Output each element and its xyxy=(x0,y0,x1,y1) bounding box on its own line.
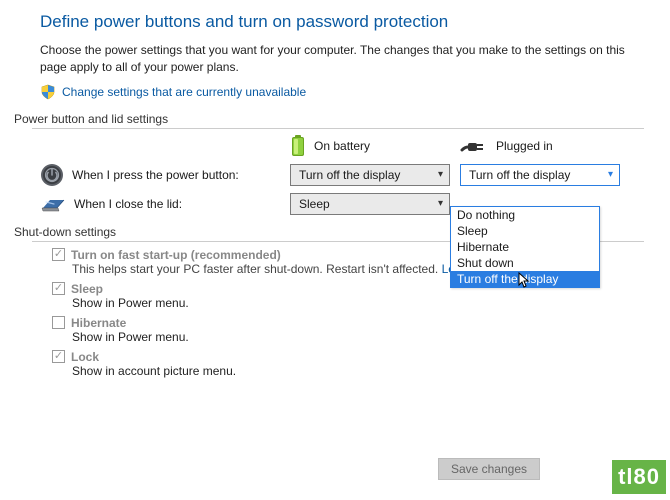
chevron-down-icon: ▾ xyxy=(438,198,443,209)
column-plugged-in-label: Plugged in xyxy=(496,139,553,153)
power-button-plugged-select[interactable]: Turn off the display ▾ xyxy=(460,164,620,186)
lock-checkbox[interactable] xyxy=(52,350,65,363)
select-value: Turn off the display xyxy=(299,168,400,182)
power-button-icon xyxy=(40,163,64,187)
fast-startup-checkbox[interactable] xyxy=(52,248,65,261)
page-description: Choose the power settings that you want … xyxy=(40,42,644,76)
fast-startup-label: Turn on fast start-up (recommended) xyxy=(71,248,281,262)
sleep-label: Sleep xyxy=(71,282,103,296)
power-button-battery-select[interactable]: Turn off the display ▾ xyxy=(290,164,450,186)
power-button-row-label: When I press the power button: xyxy=(72,168,239,182)
column-on-battery-label: On battery xyxy=(314,139,370,153)
sleep-checkbox[interactable] xyxy=(52,282,65,295)
battery-icon xyxy=(290,135,306,157)
hibernate-desc: Show in Power menu. xyxy=(72,330,644,344)
watermark: tl80 xyxy=(612,460,666,494)
dropdown-option[interactable]: Shut down xyxy=(451,255,599,271)
close-lid-battery-select[interactable]: Sleep ▾ xyxy=(290,193,450,215)
dropdown-option[interactable]: Hibernate xyxy=(451,239,599,255)
section-power-button-label: Power button and lid settings xyxy=(14,112,644,126)
hibernate-checkbox[interactable] xyxy=(52,316,65,329)
sleep-desc: Show in Power menu. xyxy=(72,296,644,310)
select-value: Turn off the display xyxy=(469,168,570,182)
fast-startup-desc: This helps start your PC faster after sh… xyxy=(72,262,442,276)
power-action-dropdown[interactable]: Do nothing Sleep Hibernate Shut down Tur… xyxy=(450,206,600,288)
dropdown-option[interactable]: Sleep xyxy=(451,223,599,239)
close-lid-row-label: When I close the lid: xyxy=(74,197,182,211)
lock-desc: Show in account picture menu. xyxy=(72,364,644,378)
save-changes-button[interactable]: Save changes xyxy=(438,458,540,480)
dropdown-option[interactable]: Do nothing xyxy=(451,207,599,223)
page-title: Define power buttons and turn on passwor… xyxy=(40,12,644,32)
change-settings-link[interactable]: Change settings that are currently unava… xyxy=(62,85,306,99)
lid-icon xyxy=(40,194,66,214)
chevron-down-icon: ▾ xyxy=(608,169,613,180)
select-value: Sleep xyxy=(299,197,330,211)
dropdown-option-selected[interactable]: Turn off the display xyxy=(451,271,599,287)
divider xyxy=(32,128,644,129)
plug-icon xyxy=(460,138,488,154)
hibernate-label: Hibernate xyxy=(71,316,126,330)
chevron-down-icon: ▾ xyxy=(438,169,443,180)
lock-label: Lock xyxy=(71,350,99,364)
shield-icon xyxy=(40,84,56,100)
